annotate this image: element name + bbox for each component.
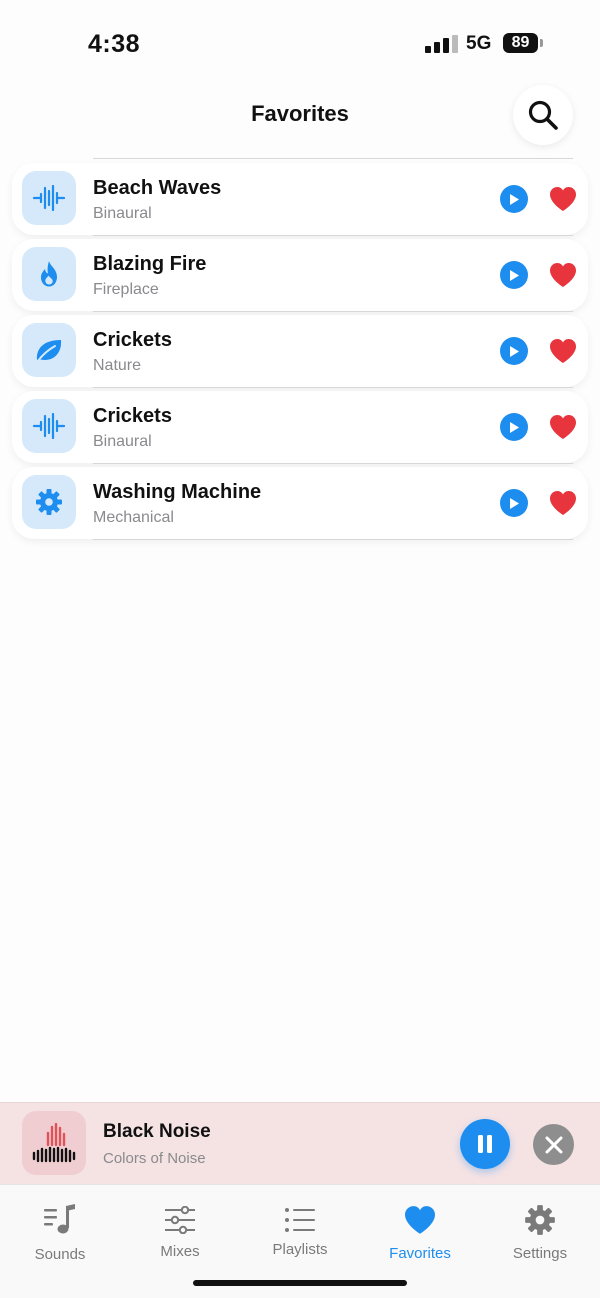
tab-label: Settings xyxy=(512,1245,568,1262)
tab-label: Mixes xyxy=(160,1243,200,1260)
tab-favorites[interactable]: Favorites xyxy=(360,1185,480,1275)
row-subtitle: Binaural xyxy=(93,433,152,450)
row-title: Blazing Fire xyxy=(93,253,207,275)
row-divider xyxy=(93,235,573,236)
now-playing-subtitle: Colors of Noise xyxy=(103,1150,206,1167)
pause-button[interactable] xyxy=(460,1119,510,1169)
heart-icon[interactable] xyxy=(549,338,577,364)
row-title: Washing Machine xyxy=(93,481,262,503)
home-indicator[interactable] xyxy=(193,1280,407,1286)
tab-settings[interactable]: Settings xyxy=(480,1185,600,1275)
leaf-icon xyxy=(22,323,76,377)
tab-playlists[interactable]: Playlists xyxy=(240,1185,360,1275)
now-playing-artwork xyxy=(22,1111,86,1175)
play-icon xyxy=(510,497,519,509)
row-title: Crickets xyxy=(93,329,172,351)
play-button[interactable] xyxy=(500,261,528,289)
row-divider xyxy=(93,158,573,159)
play-button[interactable] xyxy=(500,337,528,365)
row-subtitle: Nature xyxy=(93,357,142,374)
close-button[interactable] xyxy=(533,1124,574,1165)
pause-icon xyxy=(478,1135,492,1153)
waveform-icon xyxy=(22,171,76,225)
music-note-icon xyxy=(41,1203,79,1237)
favorite-row[interactable]: Crickets Binaural xyxy=(12,391,588,463)
now-playing-title: Black Noise xyxy=(103,1121,211,1142)
row-divider xyxy=(93,463,573,464)
row-subtitle: Binaural xyxy=(93,205,152,222)
now-playing-bar[interactable]: Black Noise Colors of Noise xyxy=(0,1102,600,1184)
row-divider xyxy=(93,387,573,388)
page-title: Favorites xyxy=(251,101,349,126)
search-button[interactable] xyxy=(513,85,573,145)
status-bar: 4:38 5G 89 xyxy=(0,0,600,80)
play-button[interactable] xyxy=(500,185,528,213)
favorite-row[interactable]: Beach Waves Binaural xyxy=(12,163,588,235)
list-icon xyxy=(281,1203,319,1237)
play-icon xyxy=(510,345,519,357)
network-type: 5G xyxy=(466,33,492,54)
tab-sounds[interactable]: Sounds xyxy=(0,1185,120,1275)
row-subtitle: Mechanical xyxy=(93,509,174,526)
play-button[interactable] xyxy=(500,413,528,441)
flame-icon xyxy=(22,247,76,301)
gear-icon xyxy=(521,1203,559,1237)
signal-icon xyxy=(425,35,458,53)
heart-icon[interactable] xyxy=(549,490,577,516)
favorite-row[interactable]: Blazing Fire Fireplace xyxy=(12,239,588,311)
tab-label: Favorites xyxy=(389,1245,451,1262)
row-subtitle: Fireplace xyxy=(93,281,159,298)
battery-icon: 89 xyxy=(503,33,538,53)
play-icon xyxy=(510,421,519,433)
play-icon xyxy=(510,269,519,281)
favorite-row[interactable]: Crickets Nature xyxy=(12,315,588,387)
heart-icon xyxy=(401,1203,439,1237)
waveform-icon xyxy=(22,399,76,453)
search-icon xyxy=(528,100,558,130)
heart-icon[interactable] xyxy=(549,186,577,212)
heart-icon[interactable] xyxy=(549,414,577,440)
sliders-icon xyxy=(161,1203,199,1237)
tab-mixes[interactable]: Mixes xyxy=(120,1185,240,1275)
play-button[interactable] xyxy=(500,489,528,517)
tab-label: Playlists xyxy=(272,1241,328,1258)
row-divider xyxy=(93,311,573,312)
play-icon xyxy=(510,193,519,205)
row-divider xyxy=(93,539,573,540)
favorite-row[interactable]: Washing Machine Mechanical xyxy=(12,467,588,539)
row-title: Beach Waves xyxy=(93,177,222,199)
waveform-icon xyxy=(32,1123,76,1163)
close-icon xyxy=(545,1136,562,1153)
tab-label: Sounds xyxy=(34,1246,86,1263)
status-time: 4:38 xyxy=(88,30,141,58)
battery-cap xyxy=(540,39,543,47)
heart-icon[interactable] xyxy=(549,262,577,288)
row-title: Crickets xyxy=(93,405,172,427)
gear-icon xyxy=(22,475,76,529)
